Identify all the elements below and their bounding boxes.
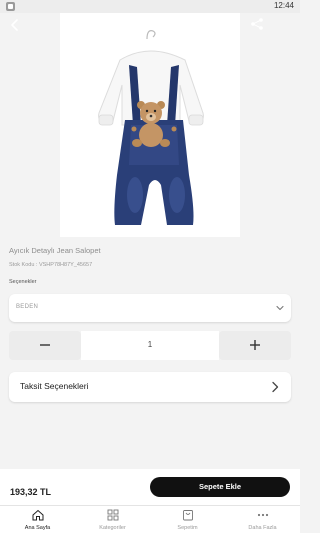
- quantity-field[interactable]: 1: [81, 331, 219, 360]
- options-label: Seçenekler: [9, 279, 37, 285]
- status-time: 12:44: [273, 1, 294, 10]
- stock-code: Stok Kodu : VSHP78H87Y_45657: [9, 262, 93, 268]
- installment-options-label: Taksit Seçenekleri: [20, 381, 89, 391]
- size-select[interactable]: BEDEN: [9, 294, 291, 322]
- product-photo: [98, 30, 204, 225]
- tab-home-label: Ana Sayfa: [24, 525, 51, 531]
- minus-icon: [40, 344, 50, 346]
- product-image-area: [0, 13, 300, 237]
- more-icon: [257, 513, 268, 517]
- tab-cart-label: Sepetim: [177, 525, 198, 531]
- decrease-quantity-button[interactable]: [9, 331, 81, 360]
- tab-home[interactable]: Ana Sayfa: [0, 506, 75, 533]
- installment-options-row[interactable]: Taksit Seçenekleri: [9, 372, 291, 402]
- purchase-bar: 193,32 TL Sepete Ekle: [0, 469, 300, 505]
- product-price: 193,32 TL: [10, 487, 52, 497]
- status-bar: 12:44: [0, 0, 300, 13]
- quantity-value: 1: [147, 340, 153, 349]
- tab-more-label: Daha Fazla: [248, 525, 277, 531]
- chevron-down-icon: [276, 305, 284, 311]
- plus-icon: [250, 340, 260, 350]
- tab-categories[interactable]: Kategoriler: [75, 506, 150, 533]
- chevron-right-icon: [272, 381, 279, 393]
- increase-quantity-button[interactable]: [219, 331, 291, 360]
- add-to-cart-button[interactable]: Sepete Ekle: [150, 477, 290, 497]
- tab-categories-label: Kategoriler: [99, 525, 126, 531]
- share-icon[interactable]: [250, 17, 264, 31]
- home-icon: [32, 509, 43, 521]
- tab-more[interactable]: Daha Fazla: [225, 506, 300, 533]
- grid-icon: [107, 509, 118, 521]
- size-select-label: BEDEN: [16, 304, 39, 310]
- back-arrow-icon[interactable]: [8, 18, 22, 32]
- bag-icon: [182, 510, 193, 521]
- product-title: Ayıcık Detaylı Jean Salopet: [9, 246, 101, 255]
- quantity-stepper: 1: [9, 331, 291, 360]
- bottom-tab-bar: Ana Sayfa Kategoriler Sepetim Daha Fazla: [0, 505, 300, 533]
- tab-cart[interactable]: Sepetim: [150, 506, 225, 533]
- notification-icon: [6, 2, 15, 11]
